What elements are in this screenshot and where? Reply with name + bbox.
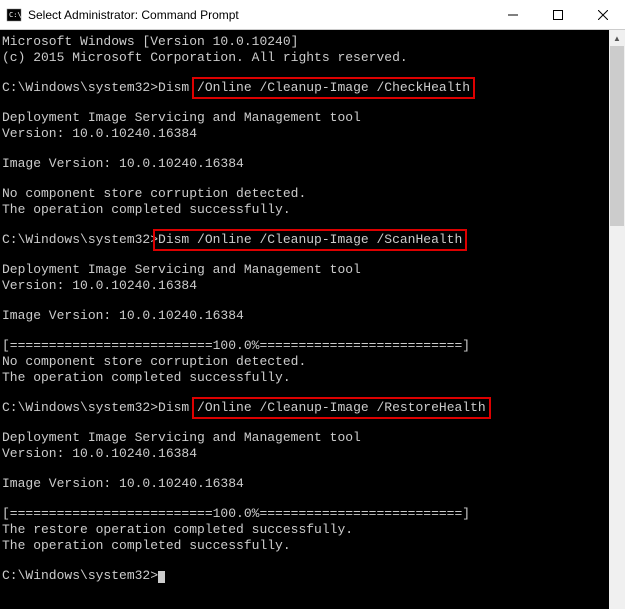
copyright: (c) 2015 Microsoft Corporation. All righ…: [2, 50, 408, 65]
prompt: C:\Windows\system32>Dism: [2, 400, 197, 415]
highlight-scanhealth: Dism /Online /Cleanup-Image /ScanHealth: [153, 229, 467, 251]
prompt: C:\Windows\system32>Dism: [2, 80, 197, 95]
dism-version: Version: 10.0.10240.16384: [2, 446, 197, 461]
dism-version: Version: 10.0.10240.16384: [2, 126, 197, 141]
window-title: Select Administrator: Command Prompt: [28, 8, 490, 22]
prompt: C:\Windows\system32>: [2, 232, 158, 247]
no-corruption: No component store corruption detected.: [2, 186, 306, 201]
app-icon: C:\: [6, 7, 22, 23]
titlebar[interactable]: C:\ Select Administrator: Command Prompt: [0, 0, 625, 30]
dism-version: Version: 10.0.10240.16384: [2, 278, 197, 293]
image-version: Image Version: 10.0.10240.16384: [2, 156, 244, 171]
highlight-restorehealth: /Online /Cleanup-Image /RestoreHealth: [192, 397, 491, 419]
cursor: [158, 571, 165, 583]
close-button[interactable]: [580, 0, 625, 29]
svg-text:C:\: C:\: [9, 11, 22, 19]
progress-bar: [==========================100.0%=======…: [2, 338, 470, 353]
command-prompt-window: C:\ Select Administrator: Command Prompt…: [0, 0, 625, 609]
scrollbar-thumb[interactable]: [610, 46, 624, 226]
op-success: The operation completed successfully.: [2, 202, 291, 217]
no-corruption: No component store corruption detected.: [2, 354, 306, 369]
progress-bar: [==========================100.0%=======…: [2, 506, 470, 521]
image-version: Image Version: 10.0.10240.16384: [2, 308, 244, 323]
scroll-up-icon[interactable]: ▲: [609, 30, 625, 46]
dism-header: Deployment Image Servicing and Managemen…: [2, 262, 361, 277]
terminal-output[interactable]: Microsoft Windows [Version 10.0.10240](c…: [0, 30, 609, 609]
scrollbar[interactable]: ▲: [609, 30, 625, 609]
maximize-button[interactable]: [535, 0, 580, 29]
os-version: Microsoft Windows [Version 10.0.10240]: [2, 34, 298, 49]
dism-header: Deployment Image Servicing and Managemen…: [2, 430, 361, 445]
op-success: The operation completed successfully.: [2, 370, 291, 385]
dism-header: Deployment Image Servicing and Managemen…: [2, 110, 361, 125]
highlight-checkhealth: /Online /Cleanup-Image /CheckHealth: [192, 77, 475, 99]
image-version: Image Version: 10.0.10240.16384: [2, 476, 244, 491]
minimize-button[interactable]: [490, 0, 535, 29]
window-controls: [490, 0, 625, 29]
restore-success: The restore operation completed successf…: [2, 522, 353, 537]
terminal-area: Microsoft Windows [Version 10.0.10240](c…: [0, 30, 625, 609]
prompt: C:\Windows\system32>: [2, 568, 158, 583]
op-success: The operation completed successfully.: [2, 538, 291, 553]
